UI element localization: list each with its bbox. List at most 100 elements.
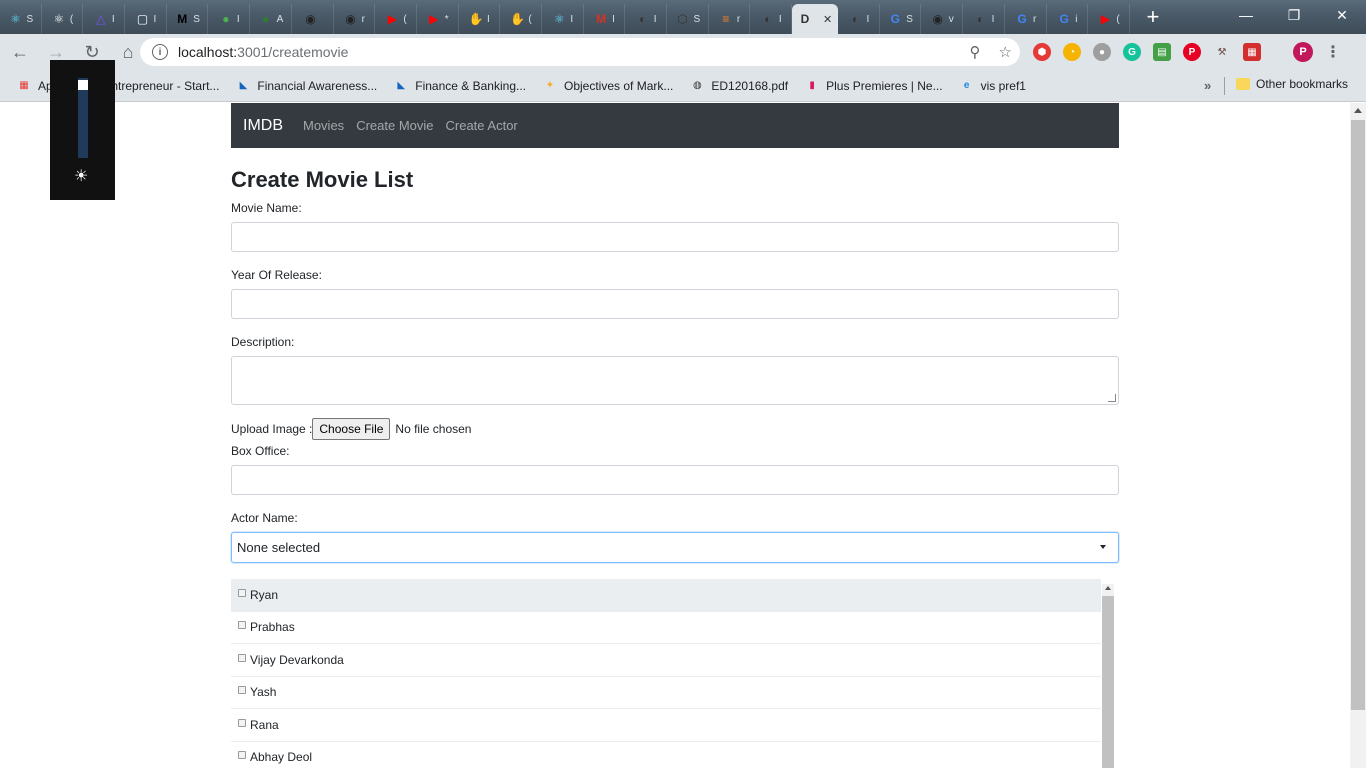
browser-tab[interactable]: ✋ I (459, 4, 501, 34)
year-input[interactable] (231, 289, 1119, 319)
actor-option[interactable]: Rana (231, 709, 1101, 742)
browser-tab[interactable]: ▶ * (417, 4, 459, 34)
browser-tab[interactable]: D ✕ (792, 4, 839, 34)
tab-title: I (570, 13, 574, 25)
browser-tab[interactable]: ◐ I (963, 4, 1005, 34)
actor-option[interactable]: Ryan (231, 579, 1101, 612)
box-office-input[interactable] (231, 465, 1119, 495)
choose-file-button[interactable]: Choose File (312, 418, 391, 440)
browser-tab[interactable]: ⚛ I (542, 4, 584, 34)
bookmark-item[interactable]: ◍ ED120168.pdf (681, 78, 796, 94)
browser-tab[interactable]: ◉ r (334, 4, 376, 34)
browser-tab[interactable]: ⚛ S (0, 4, 42, 34)
movie-name-input[interactable] (231, 222, 1119, 252)
bookmark-item[interactable]: ◣ Finance & Banking... (385, 78, 534, 94)
other-bookmarks[interactable]: Other bookmarks (1236, 77, 1348, 91)
checkbox[interactable] (238, 653, 246, 662)
bookmark-item[interactable]: ◣ Financial Awareness... (227, 78, 385, 94)
scroll-up-icon[interactable] (1105, 586, 1111, 590)
grammarly-icon[interactable]: G (1123, 43, 1141, 61)
bookmark-item[interactable]: ✦ Objectives of Mark... (534, 78, 681, 94)
browser-tab[interactable]: ● A (250, 4, 292, 34)
browser-tab[interactable]: ● I (208, 4, 251, 34)
checkbox[interactable] (238, 751, 246, 760)
folder-icon (1236, 78, 1250, 90)
nav-link-create-movie[interactable]: Create Movie (356, 118, 433, 133)
browser-toolbar: ← → ↻ ⌂ i localhost: 3001/createmovie ⚲ ☆… (0, 34, 1366, 70)
menu-icon[interactable]: ⋮ (1325, 42, 1341, 62)
scroll-up-icon[interactable] (1354, 108, 1362, 113)
dropdown-scrollbar[interactable] (1102, 584, 1114, 768)
nav-link-create-actor[interactable]: Create Actor (446, 118, 518, 133)
browser-tab[interactable]: ◐ I (838, 4, 880, 34)
bookmarks-overflow-icon[interactable]: » (1204, 78, 1211, 93)
actor-options: Ryan Prabhas Vijay Devarkonda Yash Rana Abhay… (231, 579, 1119, 768)
nav-link-movies[interactable]: Movies (303, 118, 344, 133)
browser-tab[interactable]: GS (880, 4, 922, 34)
back-icon[interactable]: ← (4, 36, 36, 68)
resize-handle[interactable] (1108, 394, 1116, 402)
browser-tab[interactable]: Gi (1047, 4, 1089, 34)
site-navbar: IMDB Movies Create Movie Create Actor (231, 103, 1119, 148)
browser-tab[interactable]: Gr (1005, 4, 1047, 34)
checkbox[interactable] (238, 718, 246, 727)
checkbox[interactable] (238, 621, 246, 630)
actor-selected-text: None selected (237, 540, 321, 555)
google-icon: G (1059, 12, 1069, 26)
page-scroll-thumb[interactable] (1351, 120, 1365, 710)
bookmark-item[interactable]: e vis pref1 (951, 78, 1034, 94)
browser-tab[interactable]: ◉ v (921, 4, 964, 34)
info-icon[interactable]: i (152, 44, 168, 60)
bulb-icon[interactable]: ● (1093, 43, 1111, 61)
medium-icon: M (177, 12, 188, 26)
checkbox[interactable] (238, 588, 246, 597)
bookmark-item[interactable]: ▮ Plus Premieres | Ne... (796, 78, 950, 94)
description-textarea[interactable] (231, 356, 1119, 405)
actor-option[interactable]: Abhay Deol (231, 742, 1101, 768)
movie-name-label: Movie Name: (231, 201, 302, 215)
browser-tab[interactable]: MS (167, 4, 209, 34)
browser-tab[interactable]: ▢ I (125, 4, 167, 34)
checkbox[interactable] (238, 686, 246, 695)
actor-option[interactable]: Yash (231, 677, 1101, 709)
page: IMDB Movies Create Movie Create Actor Cr… (0, 103, 1350, 768)
printer-icon[interactable]: ▤ (1153, 43, 1171, 61)
actor-multiselect[interactable]: None selected (231, 532, 1119, 563)
star-icon[interactable]: ☆ (999, 43, 1012, 61)
actor-option[interactable]: Vijay Devarkonda (231, 644, 1101, 677)
brightness-widget: ☀ (50, 60, 115, 200)
browser-tab[interactable]: ≡ r (709, 4, 751, 34)
adblock-icon[interactable]: ⬢ (1033, 43, 1051, 61)
tab-title: I (236, 13, 240, 25)
hammer-icon[interactable]: ⚒ (1213, 43, 1231, 61)
devtools-icon[interactable]: ▦ (1243, 43, 1261, 61)
page-scrollbar[interactable] (1350, 103, 1366, 768)
browser-tab[interactable]: ✋( (500, 4, 542, 34)
dropdown-scroll-thumb[interactable] (1102, 596, 1114, 768)
bookmark-label: vis pref1 (980, 78, 1026, 93)
browser-tab[interactable]: ⚛( (42, 4, 84, 34)
navbar-brand[interactable]: IMDB (243, 117, 283, 135)
extension-icon[interactable]: ◔ (1063, 43, 1081, 61)
restore-icon[interactable]: ❐ (1270, 0, 1318, 30)
browser-tab[interactable]: △ I (83, 4, 126, 34)
pinterest-icon[interactable]: P (1183, 43, 1201, 61)
firebase-icon: ✋ (468, 12, 484, 26)
browser-tab[interactable]: MI (584, 4, 626, 34)
new-tab-button[interactable]: + (1136, 2, 1170, 32)
browser-tab[interactable]: ⬡ S (667, 4, 709, 34)
browser-tab[interactable]: ▶( (1088, 4, 1130, 34)
actor-option[interactable]: Prabhas (231, 612, 1101, 644)
browser-tab[interactable]: ▶( (375, 4, 417, 34)
zoom-icon[interactable]: ⚲ (970, 43, 981, 61)
close-window-icon[interactable]: ✕ (1318, 0, 1366, 30)
brightness-slider[interactable] (78, 78, 88, 158)
address-bar[interactable]: i localhost: 3001/createmovie ⚲ ☆ (140, 38, 1020, 66)
minimize-icon[interactable]: — (1222, 0, 1270, 30)
close-tab-icon[interactable]: ✕ (823, 13, 832, 26)
profile-avatar[interactable]: P (1293, 42, 1313, 62)
browser-tab[interactable]: ◐ I (625, 4, 667, 34)
brightness-slider-thumb[interactable] (78, 80, 88, 90)
browser-tab[interactable]: ◐ I (750, 4, 793, 34)
browser-tab[interactable]: ◉ (292, 4, 334, 34)
